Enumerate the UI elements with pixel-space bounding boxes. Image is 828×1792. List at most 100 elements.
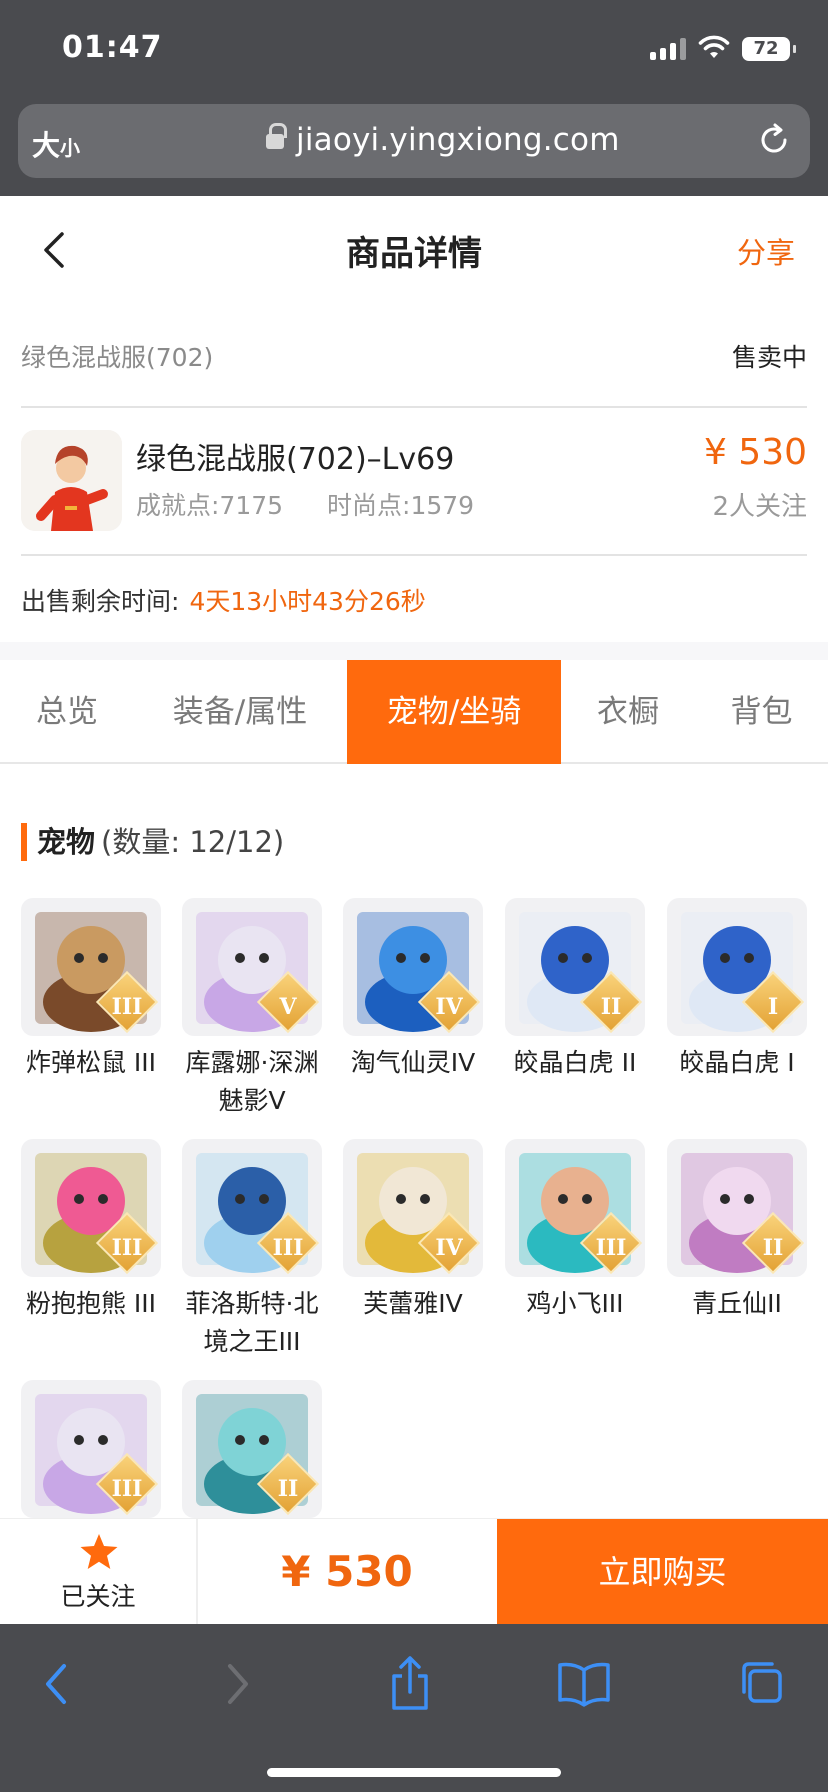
url-text[interactable]: jiaoyi.yingxiong.com [296, 122, 620, 158]
lock-icon [266, 123, 287, 153]
pet-card[interactable]: III 炸弹松鼠 III [21, 898, 161, 1082]
rank-label: I [767, 994, 779, 1020]
pet-name: 皎晶白虎 II [513, 1048, 637, 1077]
clock: 01:47 [62, 30, 163, 65]
rank-label: IV [435, 1235, 463, 1261]
pet-portrait: III [21, 898, 161, 1036]
text-size-small-label: 小 [60, 136, 81, 160]
back-icon[interactable] [28, 1654, 88, 1714]
pet-name: 淘气仙灵IV [350, 1048, 476, 1077]
tab-wardrobe[interactable]: 衣橱 [561, 660, 695, 764]
fashion-points: 时尚点:1579 [327, 491, 475, 520]
status-bar: 01:47 72 [0, 0, 828, 100]
forward-icon[interactable] [206, 1654, 266, 1714]
pet-portrait: II [667, 1139, 807, 1277]
sale-status: 售卖中 [731, 343, 807, 372]
pet-portrait: IV [343, 1139, 483, 1277]
tab-backpack[interactable]: 背包 [695, 660, 828, 764]
follow-label: 已关注 [60, 1582, 136, 1611]
pet-card[interactable]: III 鸡小飞III [505, 1139, 645, 1323]
product-stats: 成就点:7175 时尚点:1579 [136, 486, 474, 522]
tab-pets-mounts[interactable]: 宠物/坐骑 [347, 660, 561, 764]
pet-name: 青丘仙II [692, 1289, 782, 1318]
bookmarks-icon[interactable] [554, 1654, 614, 1714]
pet-card[interactable]: III [21, 1380, 161, 1518]
pet-name: 库露娜·深渊魅影V [185, 1048, 319, 1115]
sale-countdown: 出售剩余时间: 4天13小时43分26秒 [21, 582, 426, 618]
rank-label: III [111, 994, 143, 1020]
pet-card[interactable]: IV 芙蕾雅IV [343, 1139, 483, 1323]
pet-card[interactable]: V 库露娜·深渊魅影V [182, 898, 322, 1120]
cellular-signal-icon [650, 38, 686, 60]
pets-count: (数量: 12/12) [101, 825, 285, 859]
server-name: 绿色混战服(702) [21, 343, 214, 372]
pet-name: 鸡小飞III [526, 1289, 624, 1318]
page-title: 商品详情 [346, 234, 482, 274]
pet-portrait: III [21, 1139, 161, 1277]
pet-card[interactable]: II [182, 1380, 322, 1518]
pets-section-title: 宠物 (数量: 12/12) [21, 823, 284, 861]
rank-label: III [595, 1235, 627, 1261]
product-name: 绿色混战服(702)–Lv69 [136, 442, 455, 477]
pet-name: 炸弹松鼠 III [25, 1048, 157, 1077]
browser-address-area: 大小 jiaoyi.yingxiong.com [0, 100, 828, 196]
total-price: ¥ 530 [281, 1547, 413, 1596]
countdown-label: 出售剩余时间: [21, 587, 180, 616]
pet-portrait: IV [343, 898, 483, 1036]
pets-heading: 宠物 [37, 825, 96, 859]
pet-name: 粉抱抱熊 III [25, 1289, 157, 1318]
countdown-value: 4天13小时43分26秒 [189, 587, 426, 616]
detail-tabs: 总览 装备/属性 宠物/坐骑 衣橱 背包 [0, 660, 828, 764]
star-icon [80, 1534, 118, 1569]
product-price: ¥ 530 [703, 432, 807, 473]
pet-name: 皎晶白虎 I [679, 1048, 795, 1077]
pet-portrait: III [21, 1380, 161, 1518]
share-icon[interactable] [380, 1654, 440, 1714]
pet-portrait: II [505, 898, 645, 1036]
server-row: 绿色混战服(702) 售卖中 [21, 330, 807, 380]
pet-portrait: II [182, 1380, 322, 1518]
pet-card[interactable]: I 皎晶白虎 I [667, 898, 807, 1082]
page-header: 商品详情 分享 [0, 196, 828, 306]
character-avatar [21, 430, 122, 531]
pet-portrait: III [505, 1139, 645, 1277]
follower-count: 2人关注 [712, 492, 807, 522]
tabs-icon[interactable] [734, 1654, 794, 1714]
section-gap [0, 642, 828, 660]
divider [21, 406, 807, 408]
pet-portrait: III [182, 1139, 322, 1277]
pet-name: 芙蕾雅IV [363, 1289, 463, 1318]
pet-card[interactable]: II 青丘仙II [667, 1139, 807, 1323]
pet-card[interactable]: III 菲洛斯特·北境之王III [182, 1139, 322, 1361]
pet-portrait: I [667, 898, 807, 1036]
tab-equipment[interactable]: 装备/属性 [134, 660, 346, 764]
browser-toolbar [0, 1624, 828, 1792]
address-bar[interactable]: 大小 jiaoyi.yingxiong.com [18, 104, 810, 178]
rank-label: II [600, 994, 622, 1020]
product-summary: 绿色混战服(702)–Lv69 成就点:7175 时尚点:1579 ¥ 530 2… [21, 420, 807, 540]
pet-name: 菲洛斯特·北境之王III [185, 1289, 319, 1356]
divider [21, 554, 807, 556]
rank-label: III [111, 1476, 143, 1502]
rank-label: IV [435, 994, 463, 1020]
home-indicator [267, 1768, 561, 1777]
text-size-button[interactable]: 大小 [32, 124, 80, 164]
pet-card[interactable]: III 粉抱抱熊 III [21, 1139, 161, 1323]
text-size-big-label: 大 [32, 129, 61, 162]
share-link[interactable]: 分享 [737, 230, 795, 272]
achievement-points: 成就点:7175 [136, 491, 284, 520]
pet-portrait: V [182, 898, 322, 1036]
rank-label: III [272, 1235, 304, 1261]
follow-button[interactable]: 已关注 [0, 1519, 198, 1625]
pet-card[interactable]: IV 淘气仙灵IV [343, 898, 483, 1082]
bottom-action-bar: 已关注 ¥ 530 立即购买 [0, 1518, 828, 1625]
rank-label: II [762, 1235, 784, 1261]
rank-label: III [111, 1235, 143, 1261]
battery-icon: 72 [742, 37, 796, 61]
buy-now-button[interactable]: 立即购买 [497, 1519, 828, 1625]
tab-overview[interactable]: 总览 [0, 660, 134, 764]
wifi-icon [698, 35, 730, 58]
rank-label: II [277, 1476, 299, 1502]
pet-card[interactable]: II 皎晶白虎 II [505, 898, 645, 1082]
reload-icon[interactable] [756, 122, 792, 158]
